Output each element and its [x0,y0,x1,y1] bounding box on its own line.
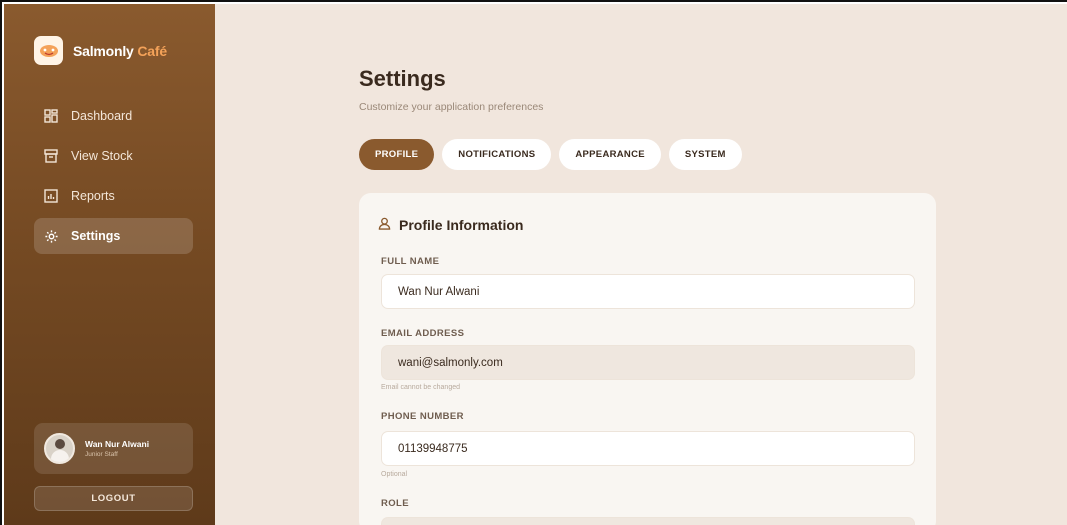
email-field: wani@salmonly.com [381,345,915,380]
user-name: Wan Nur Alwani [85,439,150,449]
app-window: Salmonly Café Dashboard View Stock Repor… [0,0,1067,525]
sidebar-item-view-stock[interactable]: View Stock [34,138,193,174]
tab-system[interactable]: SYSTEM [668,139,742,170]
cafe-logo-icon [34,36,63,65]
sidebar: Salmonly Café Dashboard View Stock Repor… [4,4,215,525]
phone-hint: Optional [381,471,408,478]
role-field [381,517,915,525]
sidebar-item-label: View Stock [71,149,133,163]
sidebar-item-label: Dashboard [71,109,133,123]
sidebar-item-settings[interactable]: Settings [34,218,193,254]
user-role: Junior Staff [85,451,118,458]
full-name-field[interactable]: Wan Nur Alwani [381,274,915,309]
email-hint: Email cannot be changed [381,384,460,391]
grid-icon [43,108,59,124]
card-title-text: Profile Information [399,217,524,233]
full-name-label: FULL NAME [381,256,440,267]
brand-name: Salmonly Café [73,43,167,59]
sidebar-item-reports[interactable]: Reports [34,178,193,214]
sidebar-nav: Dashboard View Stock Reports Settings [34,98,193,258]
gear-icon [43,228,59,244]
tab-notifications[interactable]: NOTIFICATIONS [442,139,552,170]
card-title: Profile Information [378,217,523,233]
page-subtitle: Customize your application preferences [359,101,544,113]
brand[interactable]: Salmonly Café [34,36,167,65]
logout-button[interactable]: LOGOUT [34,486,193,511]
main-content: Settings Customize your application pref… [215,4,1067,525]
tab-appearance[interactable]: APPEARANCE [559,139,661,170]
user-info: Wan Nur Alwani Junior Staff [85,439,149,458]
phone-label: PHONE NUMBER [381,411,464,422]
sidebar-item-dashboard[interactable]: Dashboard [34,98,193,134]
profile-card: Profile Information FULL NAME Wan Nur Al… [359,193,936,525]
user-icon [378,217,391,233]
sidebar-item-label: Settings [71,229,121,243]
brand-name-accent: Café [137,42,167,59]
phone-field[interactable]: 01139948775 [381,431,915,466]
chart-icon [43,188,59,204]
email-label: EMAIL ADDRESS [381,328,465,339]
box-icon [43,148,59,164]
user-profile-card[interactable]: Wan Nur Alwani Junior Staff [34,423,193,474]
settings-tabs: PROFILE NOTIFICATIONS APPEARANCE SYSTEM [359,139,742,170]
sidebar-item-label: Reports [71,189,115,203]
page-title: Settings [359,66,446,91]
brand-name-main: Salmonly [73,42,134,59]
tab-profile[interactable]: PROFILE [359,139,435,170]
role-label: ROLE [381,498,409,509]
avatar [44,433,75,464]
